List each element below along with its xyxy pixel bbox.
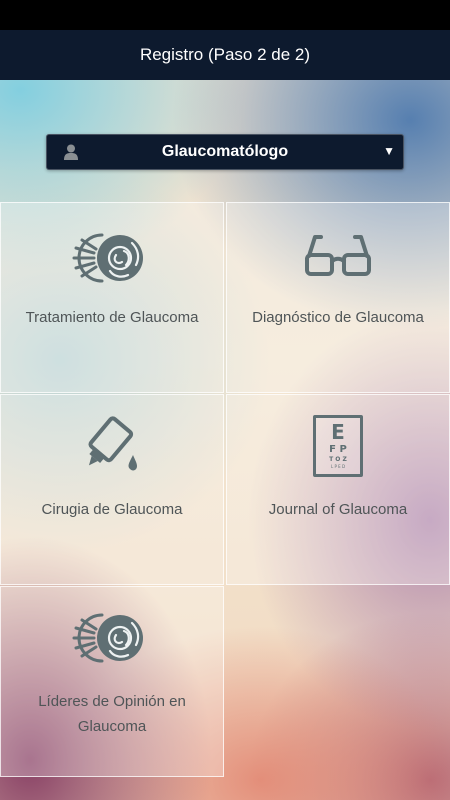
eye-laser-icon xyxy=(72,233,143,283)
eye-chart-row: F P xyxy=(329,444,347,455)
tile-journal[interactable]: E F P T O Z L P E D Journal of Glaucoma xyxy=(226,394,450,585)
user-icon xyxy=(64,144,78,160)
status-bar xyxy=(0,0,450,30)
tile-diagnostico[interactable]: Diagnóstico de Glaucoma xyxy=(226,202,450,393)
eye-chart-icon: E F P T O Z L P E D xyxy=(313,415,363,477)
tile-label: Tratamiento de Glaucoma xyxy=(25,309,199,326)
profile-select[interactable]: Glaucomatólogo ▼ xyxy=(46,134,404,170)
chevron-down-icon: ▼ xyxy=(383,144,395,158)
tile-cirugia[interactable]: Cirugia de Glaucoma xyxy=(0,394,224,585)
profile-select-value: Glaucomatólogo xyxy=(161,143,289,160)
eye-chart-row: E xyxy=(331,420,345,444)
page-title: Registro (Paso 2 de 2) xyxy=(139,45,311,64)
glasses-icon xyxy=(305,235,371,276)
eye-laser-icon xyxy=(72,613,143,663)
tile-lideres[interactable]: Líderes de Opinión en Glaucoma xyxy=(0,586,224,777)
eye-chart-row: L P E D xyxy=(330,464,346,469)
tile-label: Líderes de Opinión en Glaucoma xyxy=(38,693,186,735)
tile-tratamiento[interactable]: Tratamiento de Glaucoma xyxy=(0,202,224,393)
eye-chart-row: T O Z xyxy=(329,456,347,463)
eye-drops-icon xyxy=(88,416,137,471)
tile-label: Diagnóstico de Glaucoma xyxy=(252,309,424,326)
tile-label: Cirugia de Glaucoma xyxy=(41,501,183,518)
tile-label: Journal of Glaucoma xyxy=(268,501,408,518)
app-header: Registro (Paso 2 de 2) xyxy=(0,30,450,80)
